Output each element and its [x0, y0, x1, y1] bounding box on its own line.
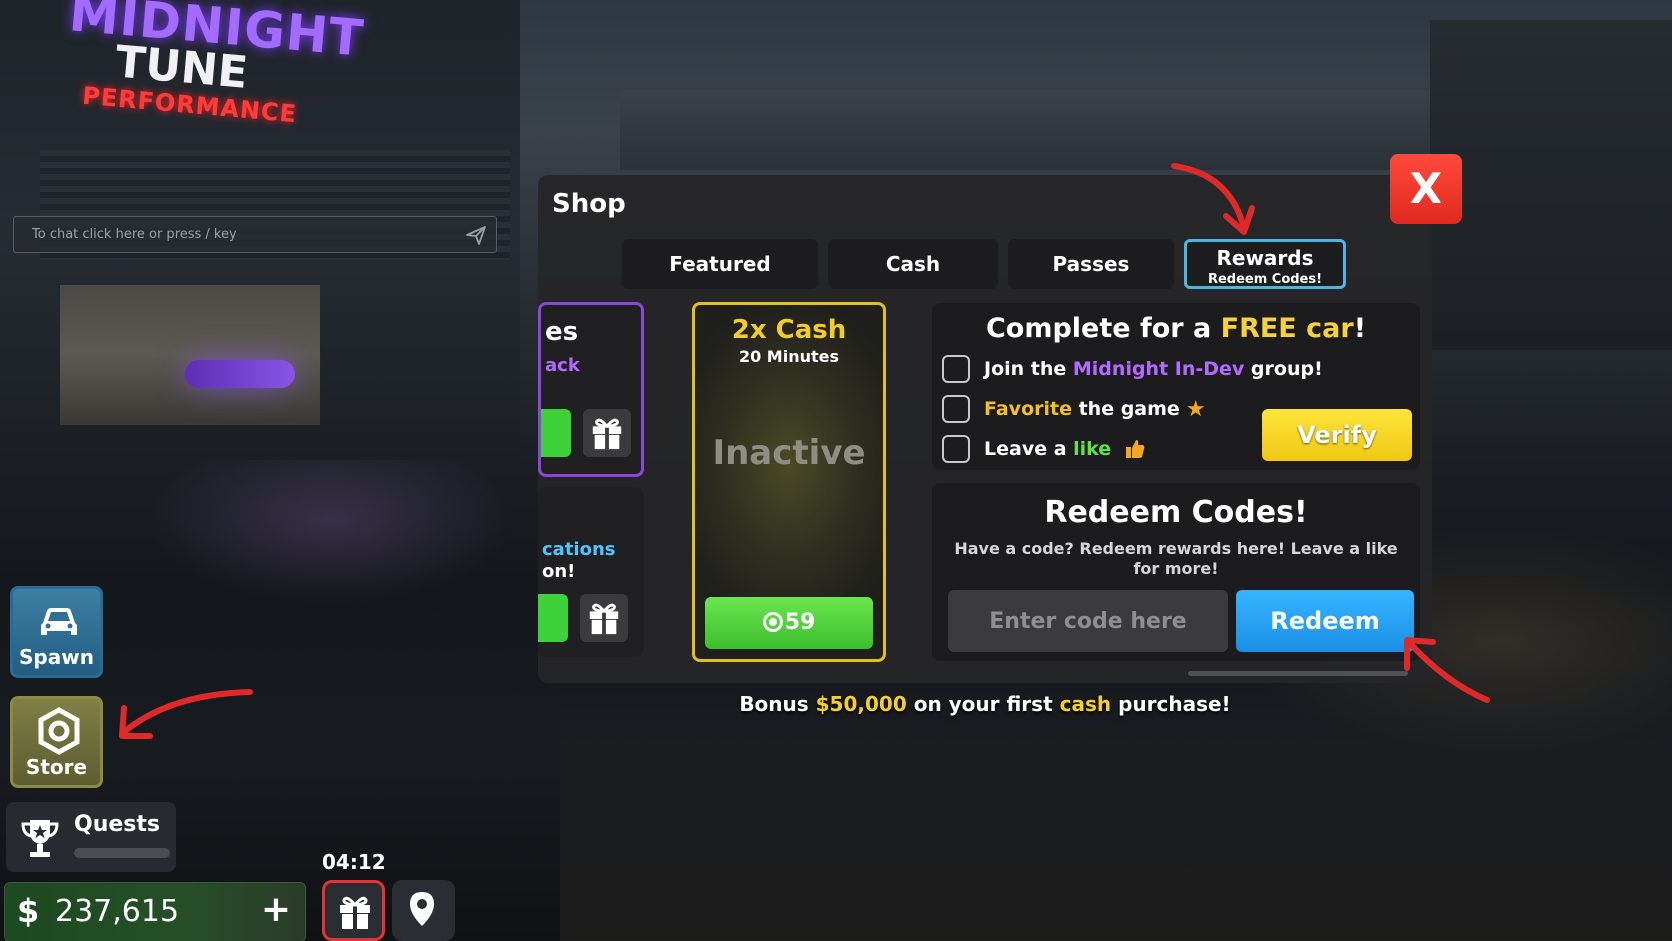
task-join-group: Join the Midnight In-Dev group! — [942, 355, 1323, 383]
partial-card-bottom[interactable]: cations on! — [538, 487, 644, 657]
gift-icon — [592, 418, 622, 450]
chat-placeholder: To chat click here or press / key — [32, 227, 237, 242]
partial-card-top[interactable]: es ack — [538, 302, 644, 477]
partial-card-top-subtitle: ack — [545, 355, 580, 376]
background-overpass — [620, 90, 1520, 170]
star-icon: ★ — [1185, 396, 1206, 422]
boost-duration: 20 Minutes — [738, 347, 840, 366]
free-car-title-suffix: ! — [1353, 313, 1367, 344]
task-text: Join the Midnight In-Dev group! — [984, 358, 1323, 380]
map-button[interactable] — [392, 880, 455, 941]
dollar-icon: $ — [17, 892, 40, 930]
background-road — [560, 690, 1672, 941]
annotation-arrow-store — [119, 689, 253, 739]
code-input[interactable] — [948, 590, 1228, 652]
shop-title: Shop — [552, 189, 626, 219]
hexagon-store-icon — [38, 707, 80, 755]
annotation-arrow-rewards — [1171, 163, 1255, 235]
task-favorite-game: Favorite the game ★ — [942, 395, 1206, 423]
background-car — [185, 360, 295, 388]
task-checkbox[interactable] — [942, 435, 970, 463]
gift-button[interactable] — [322, 880, 385, 941]
free-car-title-prefix: Complete for a — [985, 313, 1221, 344]
tab-cash[interactable]: Cash — [828, 239, 998, 289]
task-checkbox[interactable] — [942, 395, 970, 423]
boost-title: 2x Cash — [731, 315, 847, 345]
task-text: Favorite the game — [984, 398, 1180, 420]
tab-passes[interactable]: Passes — [1008, 239, 1174, 289]
partial-card-bottom-subtitle: on! — [542, 561, 576, 582]
spawn-label: Spawn — [19, 645, 94, 669]
free-car-tasks: Complete for a FREE car! Join the Midnig… — [932, 303, 1420, 470]
redeem-codes-box: Redeem Codes! Have a code? Redeem reward… — [932, 483, 1420, 661]
bonus-banner: Bonus $50,000 on your first cash purchas… — [739, 692, 1231, 716]
partial-card-bottom-gift-button[interactable] — [580, 594, 628, 642]
scrollbar[interactable] — [1188, 671, 1408, 676]
partial-card-bottom-buy-button[interactable] — [538, 594, 568, 642]
spawn-button[interactable]: Spawn — [10, 586, 103, 678]
car-icon — [41, 608, 77, 635]
quests-progress-bar — [74, 848, 170, 858]
gift-timer: 04:12 — [322, 850, 386, 874]
bonus-amount: $50,000 — [815, 692, 907, 716]
store-label: Store — [25, 755, 88, 779]
task-leave-like: Leave a like — [942, 435, 1146, 463]
quests-label: Quests — [74, 812, 160, 837]
robux-icon — [762, 612, 783, 632]
partial-card-top-buy-button[interactable] — [541, 409, 571, 457]
verify-button[interactable]: Verify — [1262, 409, 1412, 461]
thumbs-up-icon — [1125, 440, 1145, 458]
quests-button[interactable]: Quests — [6, 802, 176, 872]
task-text: Leave a like — [984, 438, 1112, 460]
gift-icon — [340, 896, 370, 929]
partial-card-top-gift-button[interactable] — [583, 409, 631, 457]
midnight-tune-sign: MIDNIGHT TUNE PERFORMANCE — [49, 0, 366, 151]
boost-price: 59 — [784, 610, 816, 635]
redeem-description: Have a code? Redeem rewards here! Leave … — [954, 539, 1398, 578]
partial-card-top-title: es — [545, 317, 579, 347]
map-pin-icon — [410, 892, 434, 926]
partial-card-bottom-title: cations — [542, 539, 616, 560]
gift-icon — [589, 603, 619, 635]
free-car-title-highlight: FREE car — [1220, 313, 1354, 344]
close-button[interactable]: X — [1390, 154, 1462, 224]
tab-rewards-sublabel: Redeem Codes! — [1207, 272, 1323, 287]
boost-buy-button[interactable]: 59 — [705, 597, 873, 649]
tab-featured[interactable]: Featured — [622, 239, 818, 289]
money-value: 237,615 — [55, 894, 180, 929]
boost-card-2x-cash: 2x Cash 20 Minutes Inactive 59 — [692, 302, 886, 662]
tab-rewards-label: Rewards — [1216, 246, 1314, 270]
task-checkbox[interactable] — [942, 355, 970, 383]
redeem-button[interactable]: Redeem — [1236, 590, 1414, 652]
money-panel: $ 237,615 + — [4, 882, 306, 941]
redeem-title: Redeem Codes! — [1044, 495, 1308, 530]
chat-bar[interactable]: To chat click here or press / key — [13, 216, 497, 253]
background-building-right — [1430, 20, 1672, 350]
tab-rewards[interactable]: Rewards Redeem Codes! — [1184, 239, 1346, 289]
background-garage — [60, 285, 320, 425]
send-icon[interactable] — [464, 223, 488, 247]
add-money-button[interactable]: + — [261, 889, 291, 930]
trophy-icon — [21, 820, 59, 857]
boost-status: Inactive — [712, 433, 866, 473]
store-button[interactable]: Store — [10, 696, 103, 788]
shop-panel: Shop Featured Cash Passes Rewards Redeem… — [538, 175, 1432, 683]
annotation-arrow-redeem — [1404, 637, 1490, 703]
free-car-title: Complete for a FREE car! — [932, 313, 1420, 344]
